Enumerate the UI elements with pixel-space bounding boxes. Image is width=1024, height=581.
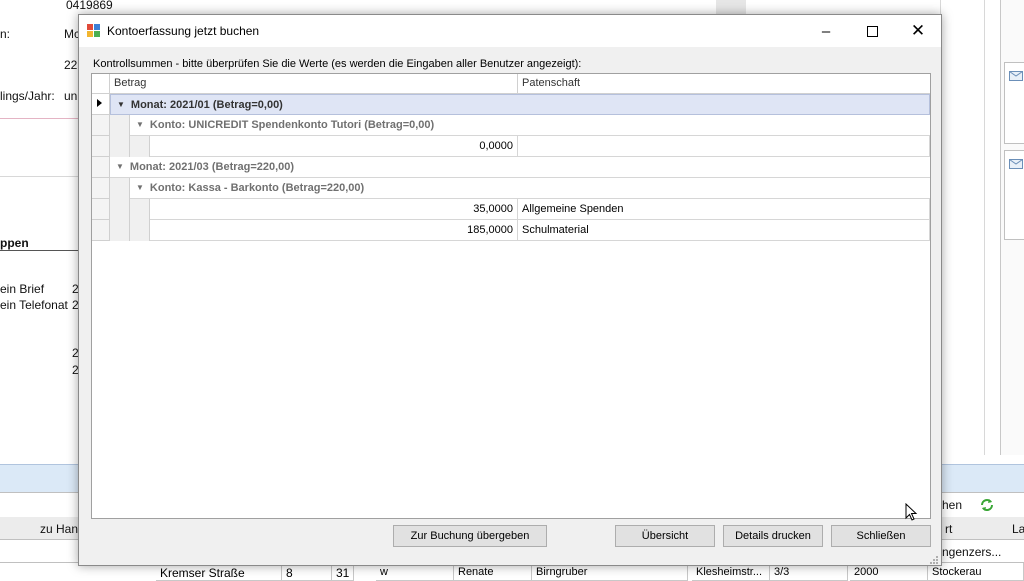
maximize-button[interactable] xyxy=(849,15,895,47)
bg-heading-line xyxy=(0,250,78,251)
cell-city: Stockerau xyxy=(928,563,1024,581)
group-label: Monat: 2021/03 (Betrag=220,00) xyxy=(129,161,295,173)
details-drucken-button[interactable]: Details drucken xyxy=(723,525,823,547)
row-selector[interactable] xyxy=(92,220,110,241)
group-row-month[interactable]: ▼ Monat: 2021/01 (Betrag=0,00) xyxy=(110,94,930,115)
group-row-account[interactable]: ▼ Konto: Kassa - Barkonto (Betrag=220,00) xyxy=(130,178,930,199)
group-label: Monat: 2021/01 (Betrag=0,00) xyxy=(130,99,283,111)
dialog-window: Kontoerfassung jetzt buchen – ✕ Kontroll… xyxy=(78,14,942,566)
group-row-month[interactable]: ▼ Monat: 2021/03 (Betrag=220,00) xyxy=(110,157,930,178)
bg-col-zu-han[interactable]: zu Han xyxy=(40,522,78,536)
column-header-patenschaft[interactable]: Patenschaft xyxy=(518,74,930,94)
account-indent xyxy=(130,199,150,241)
bg-right-border xyxy=(984,0,985,455)
bg-mail-card[interactable] xyxy=(1004,150,1024,240)
collapse-icon[interactable]: ▼ xyxy=(117,100,125,109)
cell-patenschaft[interactable]: Allgemeine Spenden xyxy=(518,199,930,220)
row-pointer-icon xyxy=(97,99,102,107)
bg-value-2: 22 xyxy=(64,58,78,72)
minimize-button[interactable]: – xyxy=(803,15,849,47)
row-selector[interactable] xyxy=(92,157,110,178)
cell-betrag[interactable]: 35,0000 xyxy=(150,199,518,220)
dialog-title: Kontoerfassung jetzt buchen xyxy=(107,24,260,38)
zur-buchung-button[interactable]: Zur Buchung übergeben xyxy=(393,525,547,547)
bg-top-value: 0419869 xyxy=(66,0,113,12)
summary-grid[interactable]: Betrag Patenschaft ▼ Monat: 2021/01 (Betr… xyxy=(91,73,931,519)
row-selector[interactable] xyxy=(92,199,110,220)
title-bar[interactable]: Kontoerfassung jetzt buchen – ✕ xyxy=(79,15,941,47)
bg-list-item[interactable]: ein Telefonat xyxy=(0,298,68,312)
bg-top-line xyxy=(940,0,941,14)
group-indent xyxy=(110,178,130,241)
bg-label-2: lings/Jahr: xyxy=(0,89,55,103)
collapse-icon[interactable]: ▼ xyxy=(136,120,144,129)
cell-patenschaft[interactable]: Schulmaterial xyxy=(518,220,930,241)
bg-right-hen[interactable]: hen xyxy=(942,498,962,512)
mail-icon xyxy=(1009,71,1023,81)
mail-icon xyxy=(1009,159,1023,169)
cell-patenschaft[interactable] xyxy=(518,136,930,157)
cell-betrag[interactable]: 185,0000 xyxy=(150,220,518,241)
account-label: Konto: UNICREDIT Spendenkonto Tutori (Be… xyxy=(149,119,435,131)
bg-section-heading: ppen xyxy=(0,236,29,250)
bg-col-la[interactable]: La xyxy=(1012,522,1024,536)
bg-col-rt[interactable]: rt xyxy=(945,522,952,536)
group-row-account[interactable]: ▼ Konto: UNICREDIT Spendenkonto Tutori (B… xyxy=(130,115,930,136)
mouse-cursor-icon xyxy=(905,503,918,521)
close-icon: ✕ xyxy=(910,21,926,40)
maximize-icon xyxy=(866,25,878,37)
bg-value-3: un xyxy=(64,89,78,103)
bg-top-block xyxy=(716,0,746,14)
collapse-icon[interactable]: ▼ xyxy=(116,162,124,171)
grid-corner xyxy=(92,74,110,94)
bg-mail-card[interactable] xyxy=(1004,62,1024,144)
collapse-icon[interactable]: ▼ xyxy=(136,183,144,192)
bg-divider-2 xyxy=(0,176,78,177)
bg-cut-text: ngenzers... xyxy=(942,545,1002,559)
minimize-icon: – xyxy=(821,22,831,40)
row-selector[interactable] xyxy=(92,136,110,157)
bg-label-1: n: xyxy=(0,27,11,41)
account-indent xyxy=(130,136,150,157)
cell-betrag[interactable]: 0,0000 xyxy=(150,136,518,157)
group-indent xyxy=(110,115,130,157)
close-button[interactable]: ✕ xyxy=(895,15,941,47)
row-selector[interactable] xyxy=(92,94,110,115)
uebersicht-button[interactable]: Übersicht xyxy=(615,525,715,547)
bg-list-item[interactable]: ein Brief xyxy=(0,282,44,296)
row-selector[interactable] xyxy=(92,115,110,136)
resize-grip-icon[interactable] xyxy=(927,553,939,565)
bg-divider xyxy=(0,118,78,119)
app-icon xyxy=(87,24,100,37)
dialog-subtitle: Kontrollsummen - bitte überprüfen Sie di… xyxy=(93,58,582,70)
account-label: Konto: Kassa - Barkonto (Betrag=220,00) xyxy=(149,182,365,194)
refresh-icon[interactable] xyxy=(978,496,996,514)
row-selector[interactable] xyxy=(92,178,110,199)
schliessen-button[interactable]: Schließen xyxy=(831,525,931,547)
column-header-betrag[interactable]: Betrag xyxy=(110,74,518,94)
